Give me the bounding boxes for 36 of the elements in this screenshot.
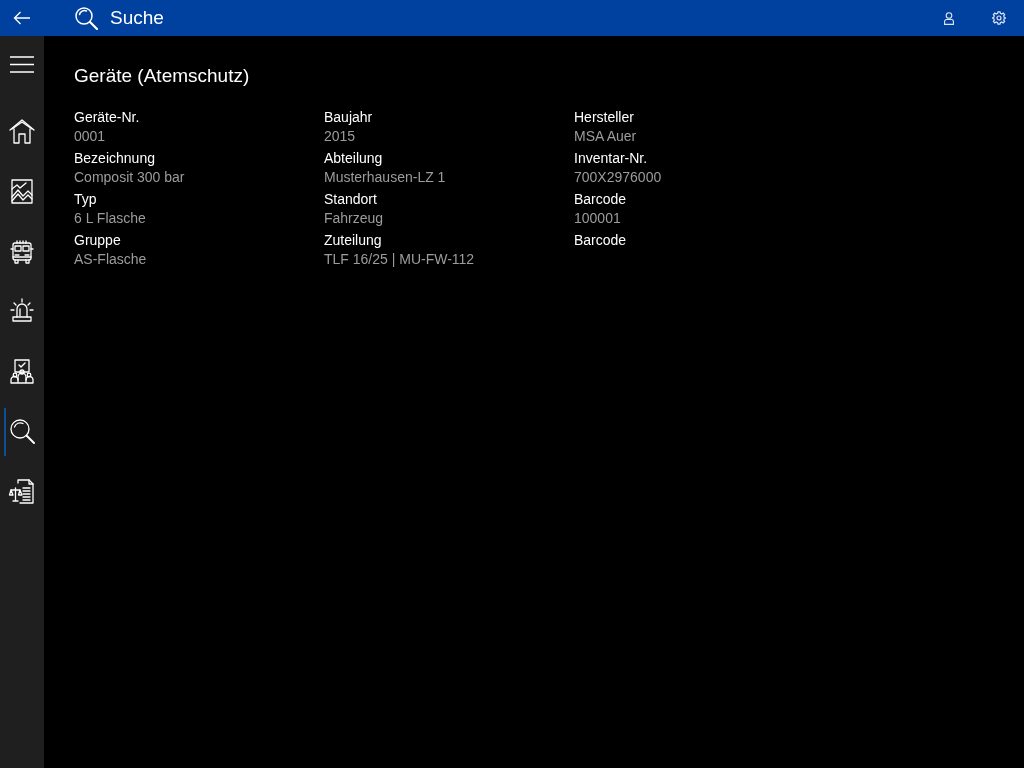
house-icon (8, 117, 36, 145)
field-label: Barcode (574, 190, 627, 209)
field-label: Barcode (574, 231, 627, 250)
field-label: Standort (324, 190, 377, 209)
menu-icon (10, 55, 34, 73)
field-label: Abteilung (324, 149, 383, 168)
field-value: 100001 (574, 209, 621, 228)
alarm-light-icon (8, 297, 36, 325)
settings-icon (992, 11, 1006, 25)
field-value: 6 L Flasche (74, 209, 146, 228)
field-label: Hersteller (574, 108, 634, 127)
field-label: Inventar-Nr. (574, 149, 648, 168)
search-icon (74, 6, 98, 30)
field-value: 2015 (324, 127, 356, 146)
board-people-icon (8, 357, 36, 385)
person-icon (944, 11, 954, 25)
page-title: Geräte (Atemschutz) (74, 64, 250, 88)
field-label: Bezeichnung (74, 149, 155, 168)
field-value: Composit 300 bar (74, 168, 185, 187)
header-title: Suche (110, 7, 164, 29)
field-value: 700X2976000 (574, 168, 662, 187)
field-value: Fahrzeug (324, 209, 384, 228)
field-label: Baujahr (324, 108, 373, 127)
chart-icon (8, 177, 36, 205)
back-arrow-icon (13, 11, 31, 25)
field-value: TLF 16/25 | MU-FW-112 (324, 250, 475, 269)
field-label: Zuteilung (324, 231, 382, 250)
search-icon (8, 417, 36, 445)
field-value: MSA Auer (574, 127, 637, 146)
scales-document-icon (8, 477, 36, 505)
field-value: Musterhausen-LZ 1 (324, 168, 446, 187)
field-label: Geräte-Nr. (74, 108, 140, 127)
field-label: Typ (74, 190, 97, 209)
field-value: AS-Flasche (74, 250, 147, 269)
field-label: Gruppe (74, 231, 121, 250)
field-value: 0001 (74, 127, 106, 146)
